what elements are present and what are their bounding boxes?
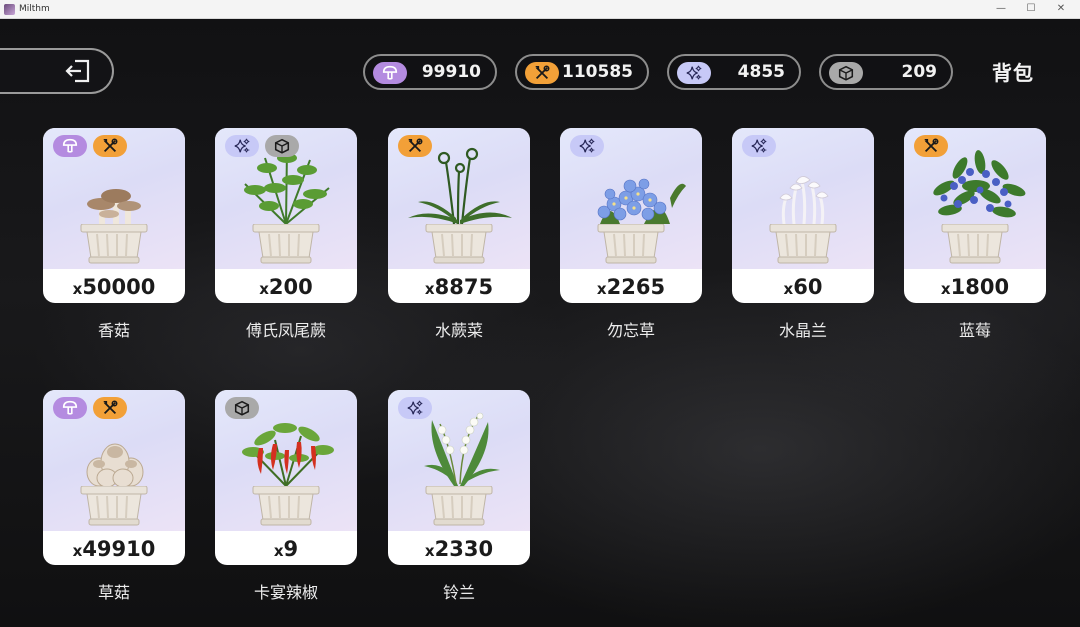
item-quantity: x49910	[72, 537, 156, 561]
item-quantity: x2330	[424, 537, 494, 561]
item-card-lily-of-the-valley[interactable]: x2330	[388, 390, 530, 565]
box-icon	[225, 397, 259, 419]
item-quantity: x9	[273, 537, 299, 561]
page-title: 背包	[992, 61, 1034, 85]
item-art	[388, 128, 530, 269]
item-art	[43, 128, 185, 269]
sparkle-icon	[225, 135, 259, 157]
item-quantity: x200	[259, 275, 313, 299]
resource-mushroom: 99910	[363, 54, 497, 90]
item-name: 蓝莓	[958, 321, 991, 340]
item-art	[43, 390, 185, 531]
item-name: 草菇	[97, 583, 130, 602]
item-card-ghost-plant[interactable]: x60	[732, 128, 874, 303]
item-name: 卡宴辣椒	[253, 583, 318, 602]
resource-value: 99910	[421, 62, 481, 82]
sparkle-icon	[742, 135, 776, 157]
tool-icon	[525, 62, 559, 84]
box-icon	[829, 62, 863, 84]
box-icon	[265, 135, 299, 157]
game-stage: 99910 110585 4855 209 背包 x50000 香菇 x200 …	[0, 19, 1080, 627]
item-card-blueberry[interactable]: x1800	[904, 128, 1046, 303]
item-name: 勿忘草	[606, 321, 655, 340]
item-quantity: x2265	[596, 275, 666, 299]
tool-icon	[398, 135, 432, 157]
item-card-fiddlehead[interactable]: x8875	[388, 128, 530, 303]
sparkle-icon	[570, 135, 604, 157]
resource-value: 209	[901, 62, 938, 82]
exit-icon	[65, 59, 90, 83]
window-titlebar: Milthm — ☐ ✕	[0, 0, 1080, 19]
item-card-forget-me-not[interactable]: x2265	[560, 128, 702, 303]
item-art	[215, 390, 357, 531]
mushroom-icon	[373, 62, 407, 84]
item-card-cayenne[interactable]: x9	[215, 390, 357, 565]
item-name: 香菇	[97, 321, 130, 340]
app-icon	[4, 3, 15, 15]
item-card-shiitake[interactable]: x50000	[43, 128, 185, 303]
item-art	[732, 128, 874, 269]
sparkle-icon	[677, 62, 711, 84]
resource-value: 110585	[562, 62, 633, 82]
window-title: Milthm	[19, 4, 50, 14]
tool-icon	[93, 135, 127, 157]
item-quantity: x60	[783, 275, 823, 299]
mushroom-icon	[53, 397, 87, 419]
resource-sparkle: 4855	[667, 54, 801, 90]
item-art	[560, 128, 702, 269]
item-art	[388, 390, 530, 531]
item-card-straw-mushroom[interactable]: x49910	[43, 390, 185, 565]
maximize-button[interactable]: ☐	[1016, 0, 1046, 18]
item-quantity: x50000	[72, 275, 156, 299]
item-card-fern[interactable]: x200	[215, 128, 357, 303]
close-button[interactable]: ✕	[1046, 0, 1076, 18]
resource-tool: 110585	[515, 54, 649, 90]
item-art	[215, 128, 357, 269]
item-name: 铃兰	[442, 583, 475, 602]
mushroom-icon	[53, 135, 87, 157]
item-name: 傅氏凤尾蕨	[245, 321, 326, 340]
minimize-button[interactable]: —	[986, 0, 1016, 18]
back-button[interactable]	[0, 48, 114, 94]
item-name: 水晶兰	[778, 321, 827, 340]
resource-box: 209	[819, 54, 953, 90]
item-quantity: x1800	[940, 275, 1010, 299]
resource-value: 4855	[737, 62, 785, 82]
tool-icon	[914, 135, 948, 157]
item-art	[904, 128, 1046, 269]
sparkle-icon	[398, 397, 432, 419]
tool-icon	[93, 397, 127, 419]
item-quantity: x8875	[424, 275, 494, 299]
item-name: 水蕨菜	[434, 321, 483, 340]
